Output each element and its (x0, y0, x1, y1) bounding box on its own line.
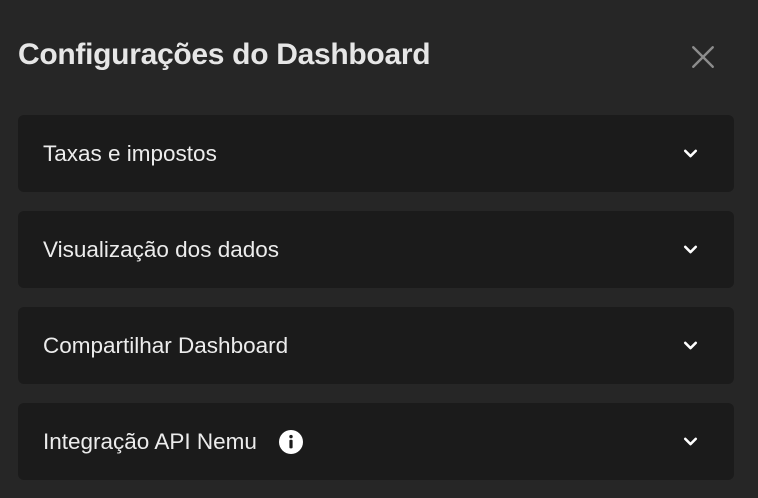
accordion-visualizacao-dados[interactable]: Visualização dos dados (18, 211, 734, 288)
accordion-label: Visualização dos dados (43, 236, 279, 262)
accordion-label: Compartilhar Dashboard (43, 332, 289, 358)
accordion-taxas-impostos[interactable]: Taxas e impostos (18, 115, 734, 192)
chevron-down-icon (683, 149, 698, 158)
accordion-label: Integração API Nemu (43, 428, 257, 454)
modal-title: Configurações do Dashboard (18, 38, 431, 71)
accordion-integracao-api-nemu[interactable]: Integração API Nemu (18, 403, 734, 480)
chevron-down-icon (683, 341, 698, 350)
close-button[interactable] (688, 42, 718, 72)
modal-header: Configurações do Dashboard (18, 36, 734, 80)
info-icon[interactable] (278, 429, 303, 454)
accordion-label: Taxas e impostos (43, 140, 217, 166)
chevron-down-icon (683, 437, 698, 446)
dashboard-settings-modal: Configurações do Dashboard Taxas e impos… (0, 0, 758, 498)
close-icon (692, 46, 714, 68)
accordion-compartilhar-dashboard[interactable]: Compartilhar Dashboard (18, 307, 734, 384)
chevron-down-icon (683, 245, 698, 254)
